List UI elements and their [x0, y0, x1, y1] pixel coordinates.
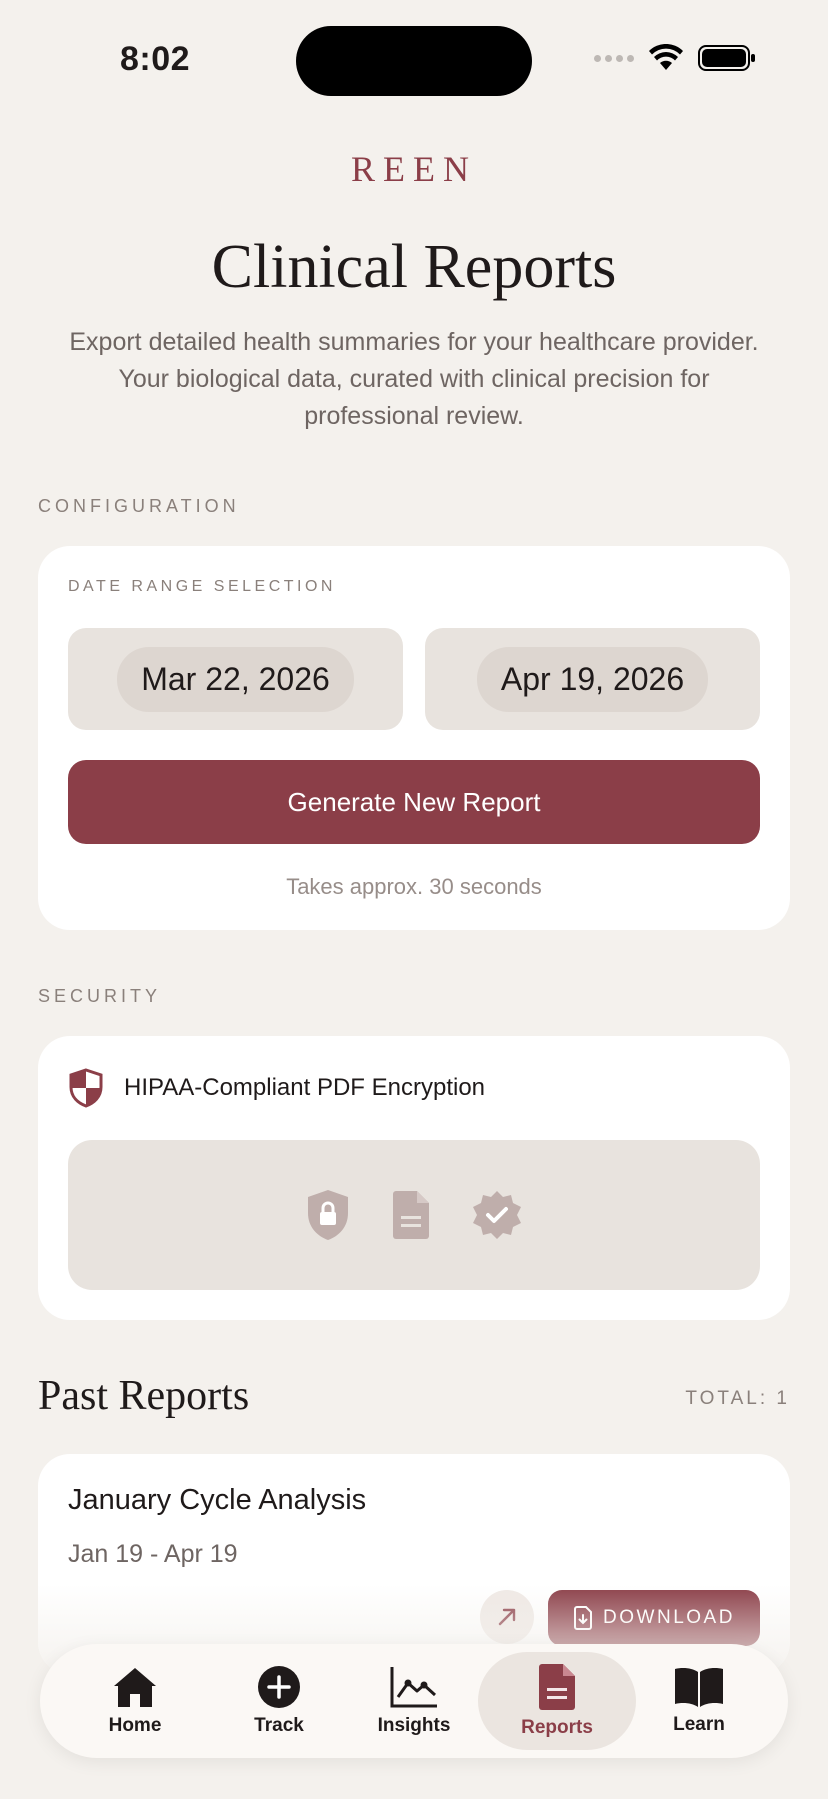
status-time: 8:02 — [120, 40, 191, 78]
security-illustration — [68, 1140, 760, 1290]
start-date-picker[interactable]: Mar 22, 2026 — [68, 628, 403, 730]
configuration-section-label: CONFIGURATION — [38, 496, 240, 516]
verified-badge-icon — [473, 1191, 521, 1239]
report-card[interactable]: January Cycle Analysis Jan 19 - Apr 19 D… — [38, 1454, 790, 1674]
dynamic-island — [296, 26, 532, 96]
book-icon — [675, 1668, 723, 1707]
start-date-value[interactable]: Mar 22, 2026 — [117, 646, 354, 712]
brand-logo: REEN — [351, 149, 477, 189]
wifi-icon — [649, 44, 683, 70]
status-icons — [594, 44, 756, 72]
battery-icon — [698, 45, 755, 71]
end-date-picker[interactable]: Apr 19, 2026 — [425, 628, 760, 730]
download-button[interactable]: DOWNLOAD — [548, 1590, 760, 1646]
tab-insights-label: Insights — [377, 1715, 451, 1736]
page-title: Clinical Reports — [211, 233, 617, 301]
tab-home[interactable]: Home — [56, 1652, 214, 1750]
security-card: HIPAA-Compliant PDF Encryption — [38, 1036, 790, 1320]
end-date-value[interactable]: Apr 19, 2026 — [476, 646, 709, 712]
generate-report-button[interactable]: Generate New Report — [68, 760, 760, 844]
tab-insights[interactable]: Insights — [335, 1652, 493, 1750]
tab-track-label: Track — [254, 1715, 304, 1736]
tab-reports[interactable]: Reports — [478, 1652, 636, 1750]
status-bar: 8:02 — [0, 0, 828, 120]
tab-learn[interactable]: Learn — [620, 1652, 778, 1750]
document-icon — [393, 1191, 429, 1239]
report-icon — [539, 1664, 575, 1710]
shield-icon — [69, 1068, 103, 1108]
tab-reports-label: Reports — [521, 1717, 593, 1738]
hipaa-row: HIPAA-Compliant PDF Encryption — [68, 1068, 485, 1108]
tab-learn-label: Learn — [673, 1714, 725, 1735]
past-reports-title: Past Reports — [38, 1373, 250, 1419]
page-description: Export detailed health summaries for you… — [69, 328, 759, 430]
plus-circle-icon — [258, 1666, 300, 1708]
shield-lock-icon — [308, 1190, 348, 1240]
bottom-tab-bar: Home Track Insights Reports Learn — [40, 1644, 788, 1758]
signal-icon — [594, 54, 634, 62]
chart-icon — [390, 1667, 437, 1708]
open-report-button[interactable] — [480, 1590, 534, 1644]
file-download-icon — [574, 1606, 593, 1630]
download-label: DOWNLOAD — [603, 1607, 735, 1628]
report-date-range: Jan 19 - Apr 19 — [68, 1540, 238, 1568]
arrow-up-right-icon — [498, 1608, 516, 1626]
tab-home-label: Home — [108, 1715, 162, 1736]
report-title: January Cycle Analysis — [68, 1484, 367, 1516]
past-reports-total: TOTAL: 1 — [685, 1388, 790, 1409]
security-section-label: SECURITY — [38, 986, 162, 1006]
generation-time-hint: Takes approx. 30 seconds — [286, 874, 542, 899]
hipaa-title: HIPAA-Compliant PDF Encryption — [124, 1074, 486, 1101]
home-icon — [114, 1668, 156, 1707]
configuration-card: DATE RANGE SELECTION Mar 22, 2026 Apr 19… — [38, 546, 790, 930]
date-range-label: DATE RANGE SELECTION — [68, 578, 336, 595]
